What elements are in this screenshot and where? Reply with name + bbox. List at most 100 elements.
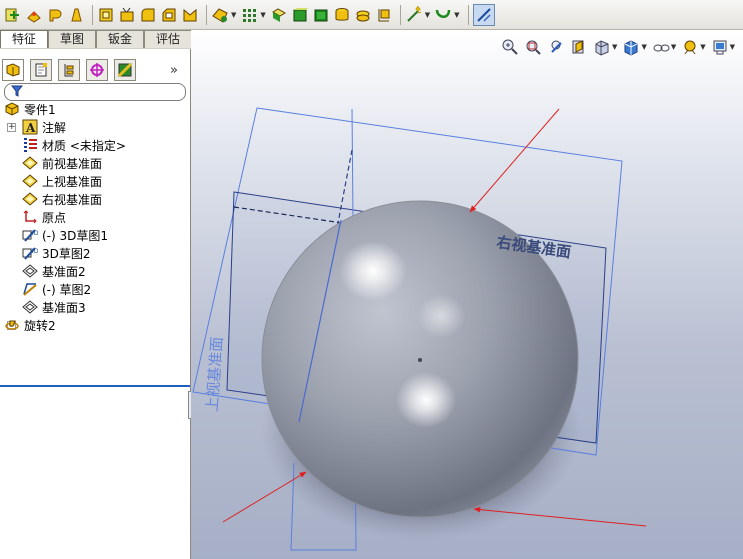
toolbar-separator (206, 4, 207, 25)
sketch-icon (22, 281, 38, 297)
revolve-feature-icon (4, 317, 20, 333)
tree-item-label: (-) 3D草图1 (42, 228, 109, 243)
fillet-icon[interactable] (139, 6, 157, 24)
feature-tree-filter[interactable] (4, 83, 186, 101)
part-icon (4, 101, 20, 117)
hide-show-icon[interactable] (652, 38, 670, 56)
shell-icon[interactable] (211, 6, 229, 24)
dome-icon[interactable] (291, 6, 309, 24)
display-manager-tab[interactable] (114, 59, 136, 81)
extrude-icon[interactable] (25, 6, 43, 24)
tab-features[interactable]: 特征 (0, 30, 48, 48)
annotation-arrow (222, 471, 307, 523)
model-scene[interactable]: 右视基准面 上视基准面 (191, 30, 743, 559)
pattern-icon[interactable] (240, 6, 258, 24)
tree-item[interactable]: A 注解 (22, 118, 66, 136)
tree-item[interactable]: 右视基准面 (22, 190, 102, 208)
zoom-to-fit-icon[interactable] (501, 38, 519, 56)
wrap-icon[interactable] (354, 6, 372, 24)
dropdown-arrow[interactable]: ▼ (671, 43, 676, 51)
dropdown-arrow[interactable]: ▼ (641, 43, 646, 51)
top-plane-label: 上视基准面 (203, 336, 226, 412)
tree-item[interactable]: 3D 3D草图2 (22, 244, 91, 262)
display-style-icon[interactable] (622, 38, 640, 56)
boundary-icon[interactable] (118, 6, 136, 24)
appearance-icon[interactable] (681, 38, 699, 56)
toolbar-separator (92, 4, 93, 25)
spline-icon[interactable] (434, 6, 452, 24)
section-view-icon[interactable] (570, 38, 588, 56)
feature-manager-tab[interactable] (2, 59, 24, 81)
tree-item-label: 原点 (42, 210, 67, 225)
tree-item-label: 前视基准面 (42, 156, 103, 171)
sphere-highlight (396, 372, 456, 428)
tree-item[interactable]: (-) 草图2 (22, 280, 91, 298)
tree-item[interactable]: 旋转2 (4, 316, 56, 334)
annotations-icon: A (22, 119, 38, 135)
sweep-icon[interactable] (67, 6, 85, 24)
tree-item-label: 上视基准面 (42, 174, 103, 189)
plane-icon (22, 191, 38, 207)
tree-item[interactable]: 上视基准面 (22, 172, 102, 190)
tree-item[interactable]: 前视基准面 (22, 154, 102, 172)
tree-item-label: 旋转2 (24, 318, 56, 333)
rib-icon[interactable] (181, 6, 199, 24)
origin-point (418, 358, 422, 362)
dropdown-arrow[interactable]: ▼ (260, 11, 265, 19)
instant3d-icon[interactable] (472, 3, 495, 26)
tree-item-label: 右视基准面 (42, 192, 103, 207)
tree-item[interactable]: 零件1 (4, 100, 56, 118)
expand-toggle[interactable]: + (7, 123, 16, 132)
dropdown-arrow[interactable]: ▼ (425, 11, 430, 19)
svg-text:A: A (25, 121, 36, 135)
loft-icon[interactable] (97, 6, 115, 24)
flex-icon[interactable] (333, 6, 351, 24)
plane-icon (22, 263, 38, 279)
graphics-area[interactable]: 右视基准面 上视基准面 ▼ ▼ ▼ ▼ ▼ (191, 30, 743, 559)
dropdown-arrow[interactable]: ▼ (730, 43, 735, 51)
shape-icon[interactable] (312, 6, 330, 24)
previous-view-icon[interactable] (547, 38, 565, 56)
panel-expand-button[interactable]: » (170, 63, 178, 78)
tree-item[interactable]: 3D (-) 3D草图1 (22, 226, 108, 244)
feature-toolbar: ▼ ▼ ▼ ▼ (0, 0, 743, 30)
rollback-bar[interactable] (0, 385, 190, 387)
scene-icon[interactable] (711, 38, 729, 56)
tab-sheet-metal[interactable]: 钣金 (96, 30, 144, 48)
dropdown-arrow[interactable]: ▼ (454, 11, 459, 19)
tree-item[interactable]: 基准面2 (22, 262, 86, 280)
dropdown-arrow[interactable]: ▼ (231, 11, 236, 19)
mirror-icon[interactable] (270, 6, 288, 24)
svg-text:3D: 3D (30, 230, 38, 237)
tree-item-label: (-) 草图2 (42, 282, 92, 297)
tree-item-label: 零件1 (24, 102, 56, 117)
chamfer-icon[interactable] (160, 6, 178, 24)
filter-icon (11, 85, 23, 97)
tree-item-label: 3D草图2 (42, 246, 91, 261)
tab-evaluate[interactable]: 评估 (144, 30, 192, 48)
tab-sketch[interactable]: 草图 (48, 30, 96, 48)
toolbar-separator (467, 4, 469, 25)
configuration-manager-tab[interactable] (58, 59, 80, 81)
dropdown-arrow[interactable]: ▼ (612, 43, 617, 51)
sphere-highlight (339, 241, 407, 301)
view-orientation-icon[interactable] (593, 38, 611, 56)
annotation-arrow (469, 108, 560, 213)
new-part-icon[interactable] (4, 6, 22, 24)
reference-geometry-icon[interactable] (375, 6, 393, 24)
revolve-icon[interactable] (46, 6, 64, 24)
tree-item-label: 基准面3 (42, 300, 86, 315)
tree-item[interactable]: 原点 (22, 208, 66, 226)
dimxpert-tab[interactable] (86, 59, 108, 81)
toolbar-separator (399, 4, 401, 25)
svg-text:3D: 3D (30, 248, 38, 255)
tree-item[interactable]: 材质 <未指定> (22, 136, 126, 154)
tree-item[interactable]: 基准面3 (22, 298, 86, 316)
zoom-area-icon[interactable] (524, 38, 542, 56)
curves-icon[interactable] (405, 5, 423, 24)
dropdown-arrow[interactable]: ▼ (700, 43, 705, 51)
property-manager-tab[interactable] (30, 59, 52, 81)
origin-icon (22, 209, 38, 225)
panel-tab-strip: » (0, 57, 190, 83)
property-manager-icon (35, 63, 47, 77)
